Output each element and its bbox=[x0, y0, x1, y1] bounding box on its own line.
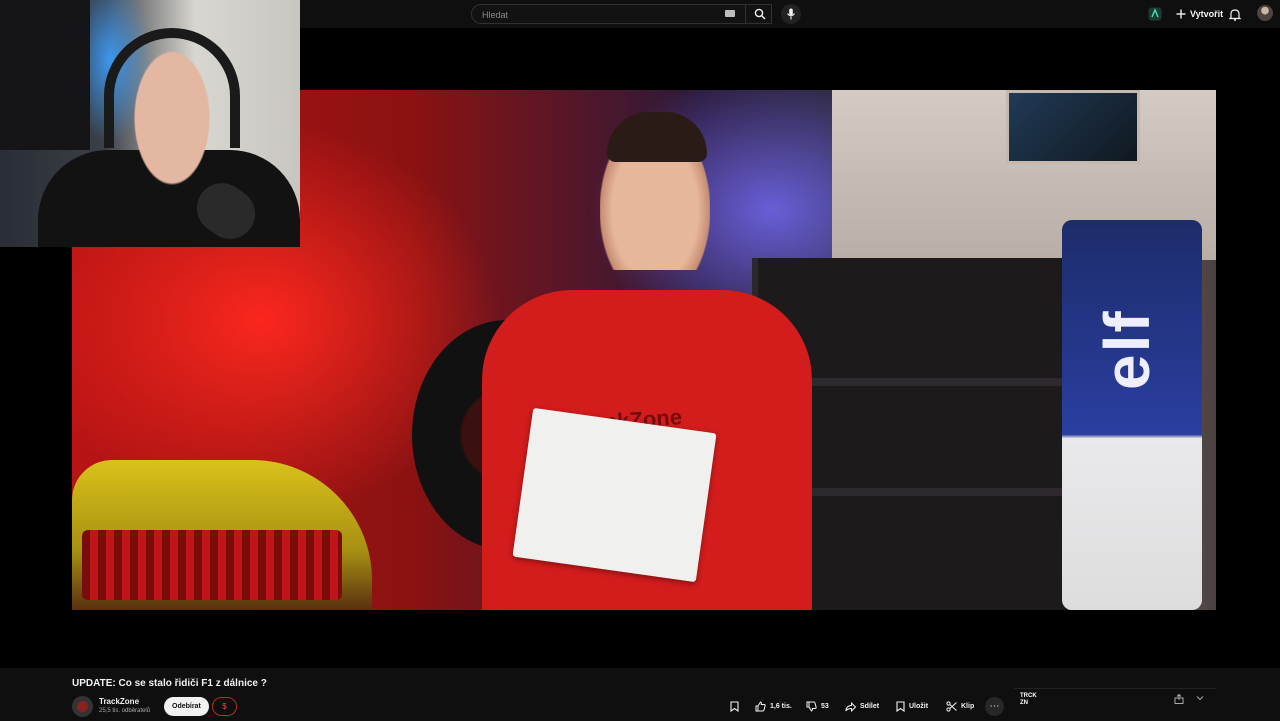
channel-logo: TRCK ZN bbox=[1020, 693, 1037, 706]
channel-name[interactable]: TrackZone bbox=[99, 697, 139, 706]
more-actions-button[interactable]: ⋯ bbox=[985, 697, 1004, 716]
share-button[interactable]: Sdílet bbox=[845, 697, 879, 716]
thumbs-up-icon bbox=[755, 701, 766, 712]
save-playlist-icon bbox=[896, 701, 905, 712]
bell-icon bbox=[1229, 8, 1241, 21]
video-car-light bbox=[82, 530, 342, 600]
like-count: 1,6 tis. bbox=[770, 703, 792, 710]
barrel-text: elf bbox=[1091, 309, 1163, 390]
search-button[interactable] bbox=[745, 4, 773, 24]
share-icon bbox=[845, 701, 856, 712]
clip-button[interactable]: Klip bbox=[946, 697, 974, 716]
presenter-papers bbox=[512, 407, 717, 583]
side-panel-header: TRCK ZN bbox=[1014, 688, 1216, 721]
share-panel-icon[interactable] bbox=[1174, 694, 1184, 704]
notifications-button[interactable] bbox=[1227, 4, 1243, 24]
chevron-down-icon[interactable] bbox=[1196, 694, 1204, 702]
subscribe-button[interactable]: Odebírat bbox=[164, 697, 209, 716]
search-icon bbox=[754, 8, 765, 20]
bookmark-icon bbox=[730, 701, 739, 712]
scissors-icon bbox=[946, 701, 957, 712]
clip-label: Klip bbox=[961, 703, 975, 710]
extension-button[interactable] bbox=[1146, 4, 1164, 24]
video-title: UPDATE: Co se stalo řidiči F1 z dálnice … bbox=[72, 678, 267, 689]
save-button[interactable]: Uložit bbox=[896, 697, 928, 716]
channel-avatar[interactable] bbox=[72, 696, 93, 717]
create-label: Vytvořit bbox=[1190, 9, 1224, 19]
extension-icon bbox=[1148, 7, 1162, 21]
plus-icon bbox=[1176, 9, 1186, 19]
account-avatar[interactable] bbox=[1257, 5, 1273, 21]
join-button[interactable]: $ bbox=[212, 697, 237, 716]
keyboard-icon[interactable] bbox=[725, 10, 735, 17]
webcam-overlay bbox=[0, 0, 300, 247]
bookmark-button[interactable] bbox=[730, 697, 739, 716]
video-wall-picture bbox=[1006, 90, 1140, 164]
subscriber-count: 25,5 tis. odběratelů bbox=[99, 708, 151, 714]
webcam-shelf bbox=[0, 0, 90, 150]
save-label: Uložit bbox=[909, 703, 929, 710]
video-barrel: elf bbox=[1062, 220, 1202, 610]
search-box[interactable] bbox=[471, 4, 772, 25]
thumbs-down-icon bbox=[806, 701, 817, 712]
share-label: Sdílet bbox=[860, 703, 880, 710]
voice-search-button[interactable] bbox=[781, 4, 801, 24]
dislike-count: 53 bbox=[821, 703, 829, 710]
microphone-icon bbox=[787, 8, 795, 20]
dislike-button[interactable]: 53 bbox=[806, 697, 829, 716]
create-button[interactable]: Vytvořit bbox=[1170, 4, 1229, 24]
like-button[interactable]: 1,6 tis. bbox=[755, 697, 792, 716]
search-input[interactable] bbox=[480, 5, 724, 25]
